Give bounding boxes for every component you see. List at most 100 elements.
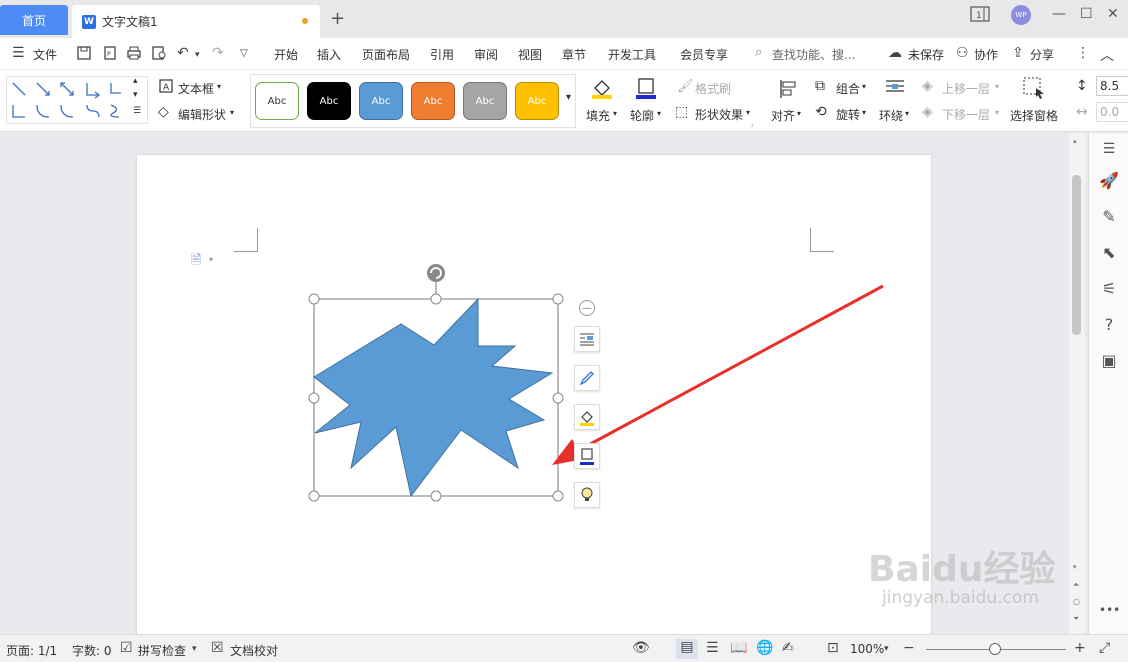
wrap-dropdown-icon[interactable]: ▾ [905, 109, 909, 118]
shape-style-preset-5[interactable]: Abc [463, 82, 507, 120]
group-dropdown-icon[interactable]: ▾ [862, 82, 866, 91]
resize-handle-e[interactable] [552, 392, 564, 404]
textbox-button[interactable]: 文本框 [178, 80, 214, 97]
page-counter[interactable]: 页面: 1/1 [6, 642, 57, 659]
fill-bucket-icon[interactable] [590, 76, 614, 104]
align-icon[interactable] [778, 78, 800, 104]
wrap-text-icon[interactable] [884, 78, 906, 102]
menu-developer[interactable]: 开发工具 [608, 46, 656, 63]
menu-file[interactable]: 文件 [33, 46, 57, 63]
redo-icon[interactable]: ↷ [212, 45, 224, 61]
align-dropdown-icon[interactable]: ▾ [797, 109, 801, 118]
search-input[interactable]: 查找功能、搜... [772, 46, 855, 63]
rotate-button[interactable]: 旋转 [836, 106, 860, 123]
scrollbar-thumb[interactable] [1072, 175, 1081, 335]
gallery-scroll-up-icon[interactable]: ▴ [133, 76, 138, 86]
shape-style-preset-4[interactable]: Abc [411, 82, 455, 120]
layout-options-icon[interactable] [574, 326, 600, 352]
zoom-dropdown-icon[interactable]: ▾ [884, 644, 889, 654]
outline-dropdown-icon[interactable]: ▾ [657, 109, 661, 118]
shape-style-preset-6[interactable]: Abc [515, 82, 559, 120]
edit-shape-button[interactable]: 编辑形状 [178, 106, 226, 123]
quick-fill-icon[interactable] [574, 404, 600, 430]
hamburger-menu-icon[interactable]: ☰ [12, 45, 25, 61]
vertical-scrollbar[interactable]: ▴ ▾ ⏶ ○ ⏷ [1069, 133, 1085, 634]
zoom-slider-thumb[interactable] [989, 643, 1001, 655]
previous-page-icon[interactable]: ⏶ [1073, 580, 1079, 590]
tab-home[interactable]: 首页 [0, 5, 68, 35]
quick-outline-icon[interactable] [574, 443, 600, 469]
more-options-icon[interactable]: ⋮ [1076, 45, 1090, 61]
shape-width-input[interactable]: 0.0 [1096, 102, 1128, 122]
resize-handle-w[interactable] [308, 392, 320, 404]
shape-height-input[interactable]: 8.5 [1096, 76, 1128, 96]
doc-proof-button[interactable]: 文档校对 [230, 642, 278, 659]
spell-check-button[interactable]: 拼写检查 [138, 642, 186, 659]
pen-icon[interactable]: ✎ [1099, 207, 1119, 226]
dialog-launcher-icon[interactable]: ⌟ [750, 120, 753, 128]
menu-page-layout[interactable]: 页面布局 [362, 46, 410, 63]
group-button[interactable]: 组合 [836, 80, 860, 97]
menu-view[interactable]: 视图 [518, 46, 542, 63]
search-icon[interactable]: ⌕ [755, 45, 762, 60]
menu-insert[interactable]: 插入 [317, 46, 341, 63]
eye-protection-icon[interactable]: 👁 [632, 640, 650, 656]
zoom-level[interactable]: 100% [850, 642, 884, 656]
web-view-icon[interactable]: 🌐 [756, 640, 773, 656]
zoom-in-icon[interactable]: + [1074, 640, 1086, 656]
resize-handle-nw[interactable] [308, 293, 320, 305]
resize-handle-ne[interactable] [552, 293, 564, 305]
reading-view-icon[interactable]: 📖 [730, 640, 747, 656]
undo-dropdown-icon[interactable]: ▾ [195, 50, 200, 60]
shape-effects-dropdown-icon[interactable]: ▾ [746, 108, 750, 117]
share-button[interactable]: 分享 [1030, 46, 1054, 63]
resize-handle-n[interactable] [430, 293, 442, 305]
scroll-down-icon[interactable]: ▾ [1073, 563, 1077, 571]
smart-tips-bulb-icon[interactable] [574, 482, 600, 508]
new-tab-button[interactable]: + [330, 8, 345, 29]
unsaved-button[interactable]: 未保存 [908, 46, 944, 63]
bring-forward-button[interactable]: 上移一层 [942, 80, 990, 97]
panel-toggle-icon[interactable]: ☰ [1099, 141, 1119, 157]
resize-handle-sw[interactable] [308, 490, 320, 502]
next-page-icon[interactable]: ⏷ [1073, 614, 1079, 624]
bring-forward-dropdown-icon[interactable]: ▾ [995, 82, 999, 91]
shape-style-preset-2[interactable]: Abc [307, 82, 351, 120]
close-button[interactable]: ✕ [1107, 6, 1119, 22]
word-count[interactable]: 字数: 0 [72, 642, 112, 659]
scroll-up-icon[interactable]: ▴ [1073, 137, 1077, 145]
gallery-scroll-down-icon[interactable]: ▾ [133, 90, 138, 100]
save-icon[interactable] [76, 45, 92, 65]
menu-reference[interactable]: 引用 [430, 46, 454, 63]
send-backward-dropdown-icon[interactable]: ▾ [995, 108, 999, 117]
textbox-dropdown-icon[interactable]: ▾ [217, 82, 221, 91]
fill-button[interactable]: 填充 [586, 107, 610, 124]
rotate-dropdown-icon[interactable]: ▾ [862, 108, 866, 117]
gallery-expand-icon[interactable]: ☰ [133, 106, 141, 116]
collaborate-button[interactable]: 协作 [974, 46, 998, 63]
tab-document[interactable]: W 文字文稿1 [72, 5, 320, 38]
print-icon[interactable] [126, 45, 142, 65]
print-preview-icon[interactable] [151, 45, 167, 65]
menu-chapter[interactable]: 章节 [562, 46, 586, 63]
shape-style-preset-3[interactable]: Abc [359, 82, 403, 120]
outline-icon[interactable] [634, 76, 658, 104]
shape-style-preset-1[interactable]: Abc [255, 82, 299, 120]
wrap-button[interactable]: 环绕 [879, 107, 903, 124]
send-backward-button[interactable]: 下移一层 [942, 106, 990, 123]
fill-dropdown-icon[interactable]: ▾ [613, 109, 617, 118]
write-view-icon[interactable]: ✍ [782, 640, 794, 656]
collapse-ribbon-icon[interactable]: ︿ [1100, 45, 1114, 65]
layout-switch-icon[interactable]: 1 [970, 6, 990, 26]
shape-style-brush-icon[interactable] [574, 365, 600, 391]
cursor-select-icon[interactable]: ⬉ [1099, 243, 1119, 262]
format-brush-icon[interactable]: 🖌 [677, 79, 694, 94]
zoom-out-icon[interactable]: − [903, 640, 915, 656]
help-icon[interactable]: ? [1099, 315, 1119, 334]
line-shapes-gallery[interactable] [6, 76, 148, 124]
spell-check-dropdown-icon[interactable]: ▾ [192, 644, 197, 654]
image-settings-icon[interactable]: ▣ [1099, 351, 1119, 370]
format-brush-button[interactable]: 格式刷 [695, 80, 731, 97]
menu-member[interactable]: 会员专享 [680, 46, 728, 63]
outline-button[interactable]: 轮廓 [630, 107, 654, 124]
